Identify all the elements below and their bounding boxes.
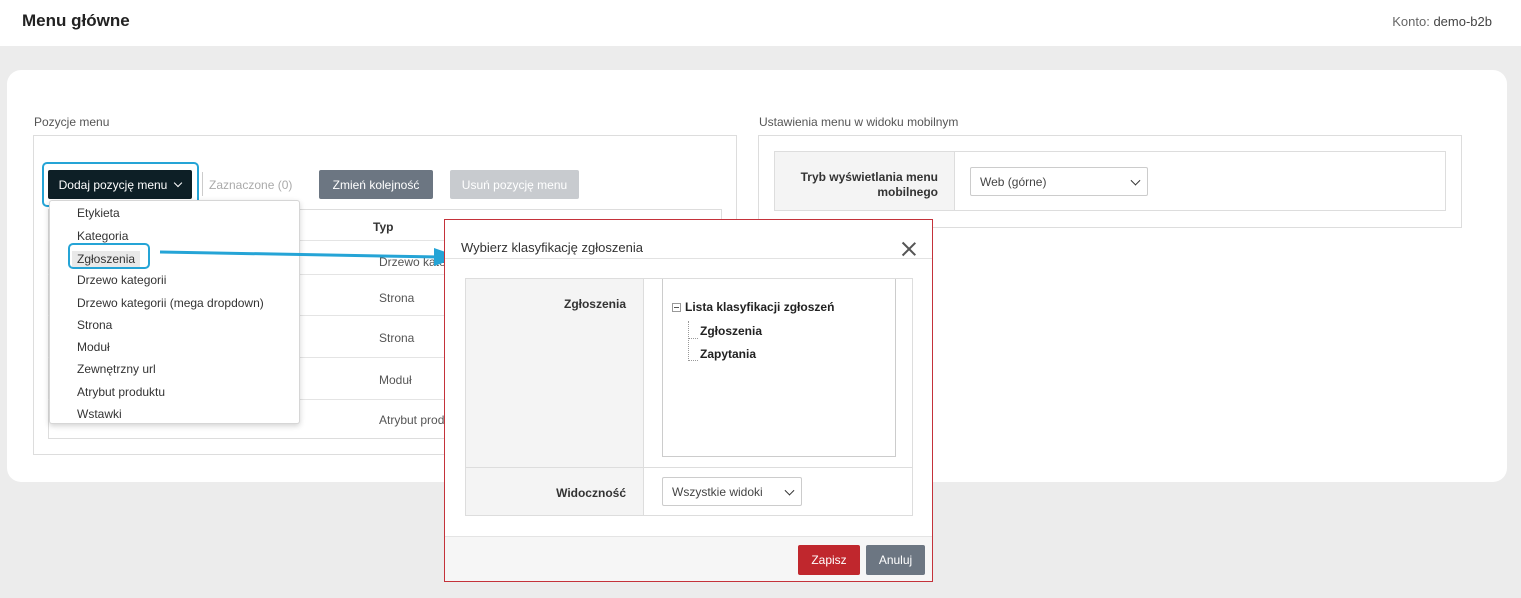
- delete-menu-item-button[interactable]: Usuń pozycję menu: [450, 170, 579, 199]
- menu-positions-label: Pozycje menu: [34, 115, 110, 129]
- cancel-button[interactable]: Anuluj: [866, 545, 925, 575]
- mobile-mode-label-cell: Tryb wyświetlania menu mobilnego: [775, 152, 955, 210]
- dropdown-item-external-url[interactable]: Zewnętrzny url: [77, 362, 156, 376]
- mobile-mode-label: Tryb wyświetlania menu mobilnego: [800, 170, 938, 199]
- top-bar: Menu główne Konto: demo-b2b: [0, 0, 1521, 46]
- dropdown-item-module[interactable]: Moduł: [77, 340, 110, 354]
- ticket-classification-modal: Wybierz klasyfikację zgłoszenia Zgłoszen…: [444, 219, 933, 582]
- collapse-icon[interactable]: [672, 303, 681, 312]
- tree-node-inquiries[interactable]: Zapytania: [700, 347, 756, 361]
- account-label: Konto:: [1392, 14, 1430, 29]
- tree-root-node[interactable]: Lista klasyfikacji zgłoszeń: [685, 300, 834, 314]
- dropdown-item-mega-dropdown[interactable]: Drzewo kategorii (mega dropdown): [77, 296, 264, 310]
- classification-tree: Lista klasyfikacji zgłoszeń Zgłoszenia Z…: [662, 279, 896, 457]
- table-header-type: Typ: [373, 220, 394, 234]
- tickets-highlight: [68, 243, 150, 269]
- chevron-down-icon: [784, 485, 795, 496]
- dropdown-item-product-attribute[interactable]: Atrybut produktu: [77, 385, 165, 399]
- form-label-column: [466, 279, 644, 515]
- mobile-mode-select[interactable]: Web (górne): [970, 167, 1148, 196]
- tickets-field-label: Zgłoszenia: [563, 297, 626, 311]
- modal-title: Wybierz klasyfikację zgłoszenia: [461, 240, 643, 255]
- dropdown-item-category[interactable]: Kategoria: [77, 229, 128, 243]
- mobile-mode-value: Web (górne): [980, 174, 1047, 189]
- modal-form: Zgłoszenia Lista klasyfikacji zgłoszeń Z…: [465, 278, 913, 516]
- visibility-field-label: Widoczność: [556, 486, 626, 500]
- table-cell-type: Moduł: [379, 373, 412, 387]
- tree-connector: [688, 338, 698, 339]
- table-cell-type: Strona: [379, 331, 415, 345]
- mobile-settings-label: Ustawienia menu w widoku mobilnym: [759, 115, 959, 129]
- tree-connector: [688, 360, 698, 361]
- table-cell-type: Strona: [379, 291, 415, 305]
- add-menu-dropdown: Etykieta Kategoria Zgłoszenia Drzewo kat…: [49, 200, 300, 424]
- page-title: Menu główne: [22, 11, 130, 30]
- save-button[interactable]: Zapisz: [798, 545, 860, 575]
- chevron-down-icon: [1130, 175, 1141, 186]
- selected-count: Zaznaczone (0): [209, 178, 293, 192]
- dropdown-item-inserts[interactable]: Wstawki: [77, 407, 122, 421]
- tree-connector: [688, 321, 689, 361]
- tree-node-tickets[interactable]: Zgłoszenia: [700, 324, 762, 338]
- reorder-button[interactable]: Zmień kolejność: [319, 170, 433, 199]
- dropdown-item-label[interactable]: Etykieta: [77, 206, 120, 220]
- mobile-mode-row: Tryb wyświetlania menu mobilnego Web (gó…: [774, 151, 1446, 211]
- modal-footer: Zapisz Anuluj: [445, 536, 932, 581]
- visibility-value: Wszystkie widoki: [672, 484, 763, 499]
- account-info: Konto: demo-b2b: [1392, 14, 1492, 29]
- dropdown-item-page[interactable]: Strona: [77, 318, 112, 332]
- account-value: demo-b2b: [1433, 14, 1492, 29]
- visibility-select[interactable]: Wszystkie widoki: [662, 477, 802, 506]
- form-row-divider: [466, 467, 912, 468]
- toolbar-separator: [202, 172, 203, 196]
- close-icon[interactable]: [900, 240, 918, 258]
- dropdown-item-category-tree[interactable]: Drzewo kategorii: [77, 273, 166, 287]
- modal-header-divider: [445, 258, 932, 259]
